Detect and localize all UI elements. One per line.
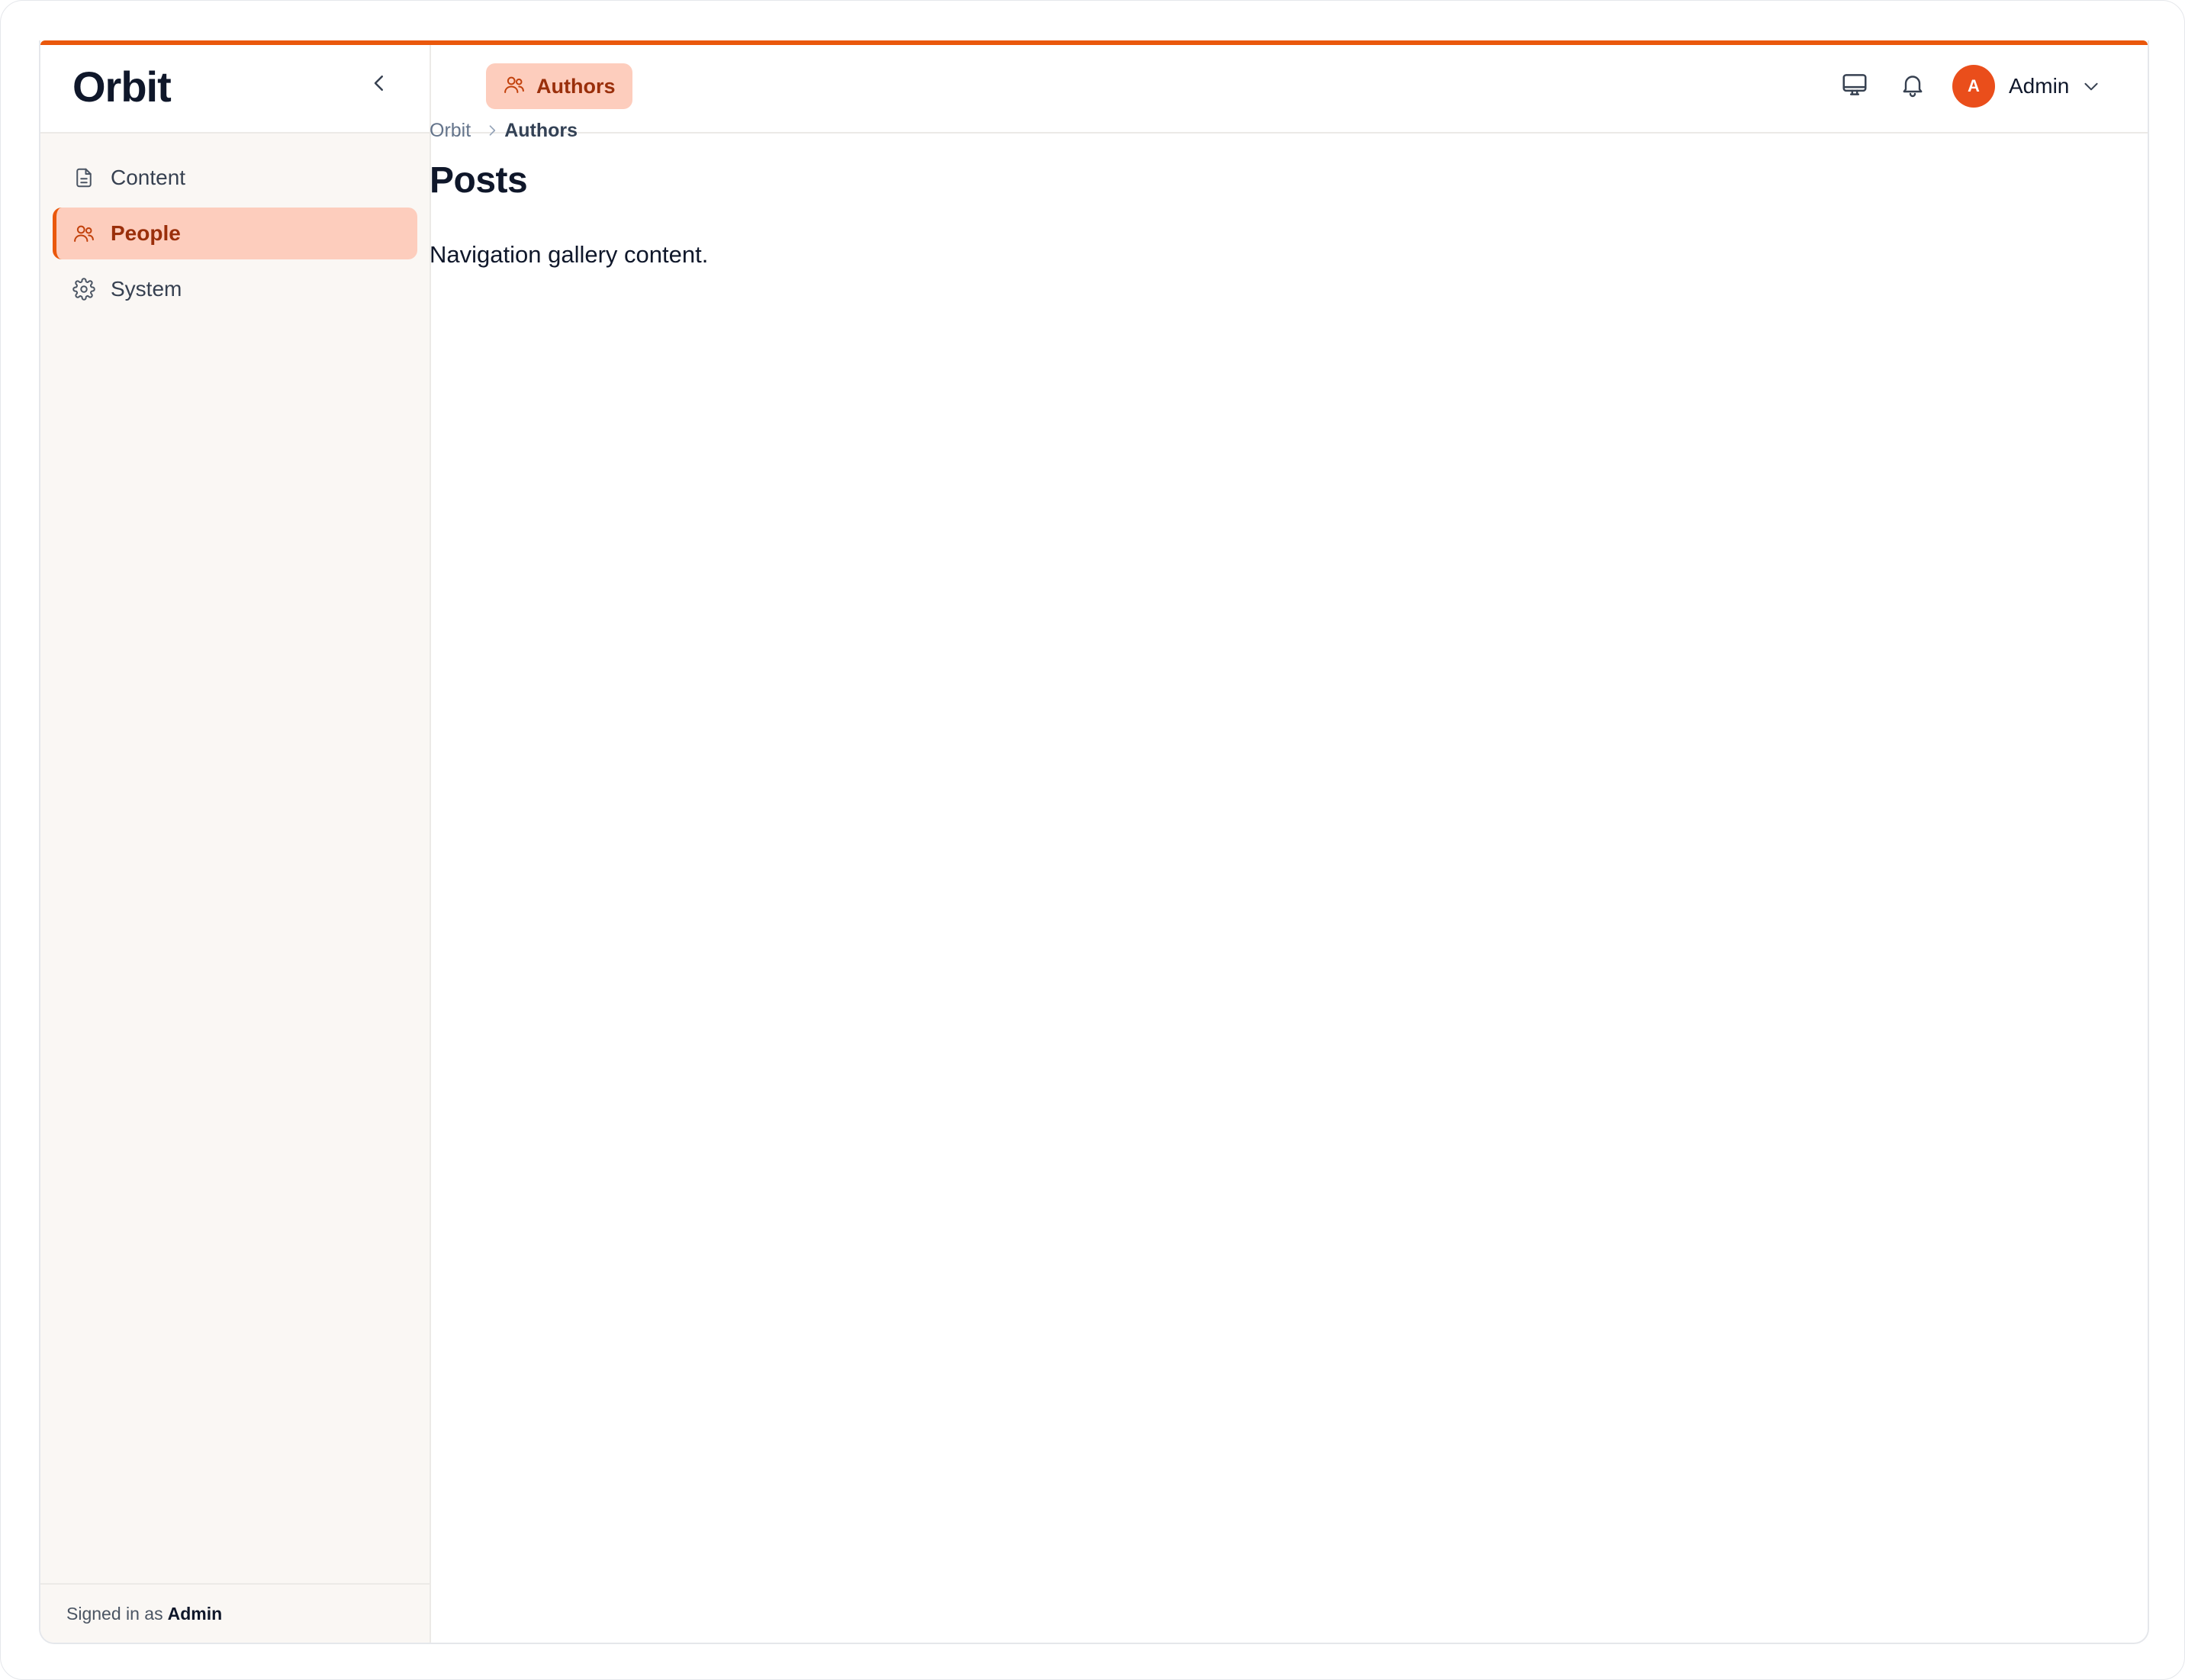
gear-icon [71,276,97,302]
document-icon [71,165,97,191]
brand-logo[interactable]: Orbit [72,62,172,111]
collapse-sidebar-button[interactable] [358,63,401,106]
sidebar-footer: Signed in as Admin [40,1583,430,1643]
users-icon [71,220,97,246]
sidebar-item-content[interactable]: Content [53,152,417,204]
sidebar-item-label: Content [111,166,186,189]
chevron-down-icon [2081,76,2101,96]
chevron-left-icon [368,72,391,98]
window-frame: Orbit Content People System Signed in as… [0,0,2185,1680]
signed-in-label: Signed in as [66,1603,163,1624]
sidebar-nav: Content People System [53,152,417,319]
display-toggle-button[interactable] [1836,68,1873,105]
user-name: Admin [2009,74,2070,98]
sidebar-item-people[interactable]: People [53,208,417,259]
tab-label: Authors [536,74,616,98]
sidebar: Orbit Content People System Signed in as… [40,45,431,1643]
monitor-icon [1840,70,1869,103]
user-menu[interactable]: A Admin [1952,63,2101,109]
tab-authors[interactable]: Authors [486,63,632,109]
breadcrumb: Orbit Authors [430,115,2070,146]
app-shell: Orbit Content People System Signed in as… [39,40,2149,1644]
sidebar-item-label: People [111,221,181,245]
page-title: Posts [430,160,528,201]
breadcrumb-current: Authors [504,119,578,141]
users-icon [503,73,526,100]
signed-in-user: Admin [167,1603,223,1624]
main-content: Orbit Authors Posts Navigation gallery c… [430,115,2070,269]
notifications-button[interactable] [1894,68,1931,105]
bell-icon [1899,71,1926,102]
chevron-right-icon [484,123,500,138]
sidebar-item-label: System [111,277,182,301]
avatar: A [1952,65,1995,108]
breadcrumb-root-link[interactable]: Orbit [430,120,471,142]
sidebar-item-system[interactable]: System [53,263,417,315]
sidebar-header: Orbit [40,45,430,134]
page-body-text: Navigation gallery content. [430,241,709,268]
